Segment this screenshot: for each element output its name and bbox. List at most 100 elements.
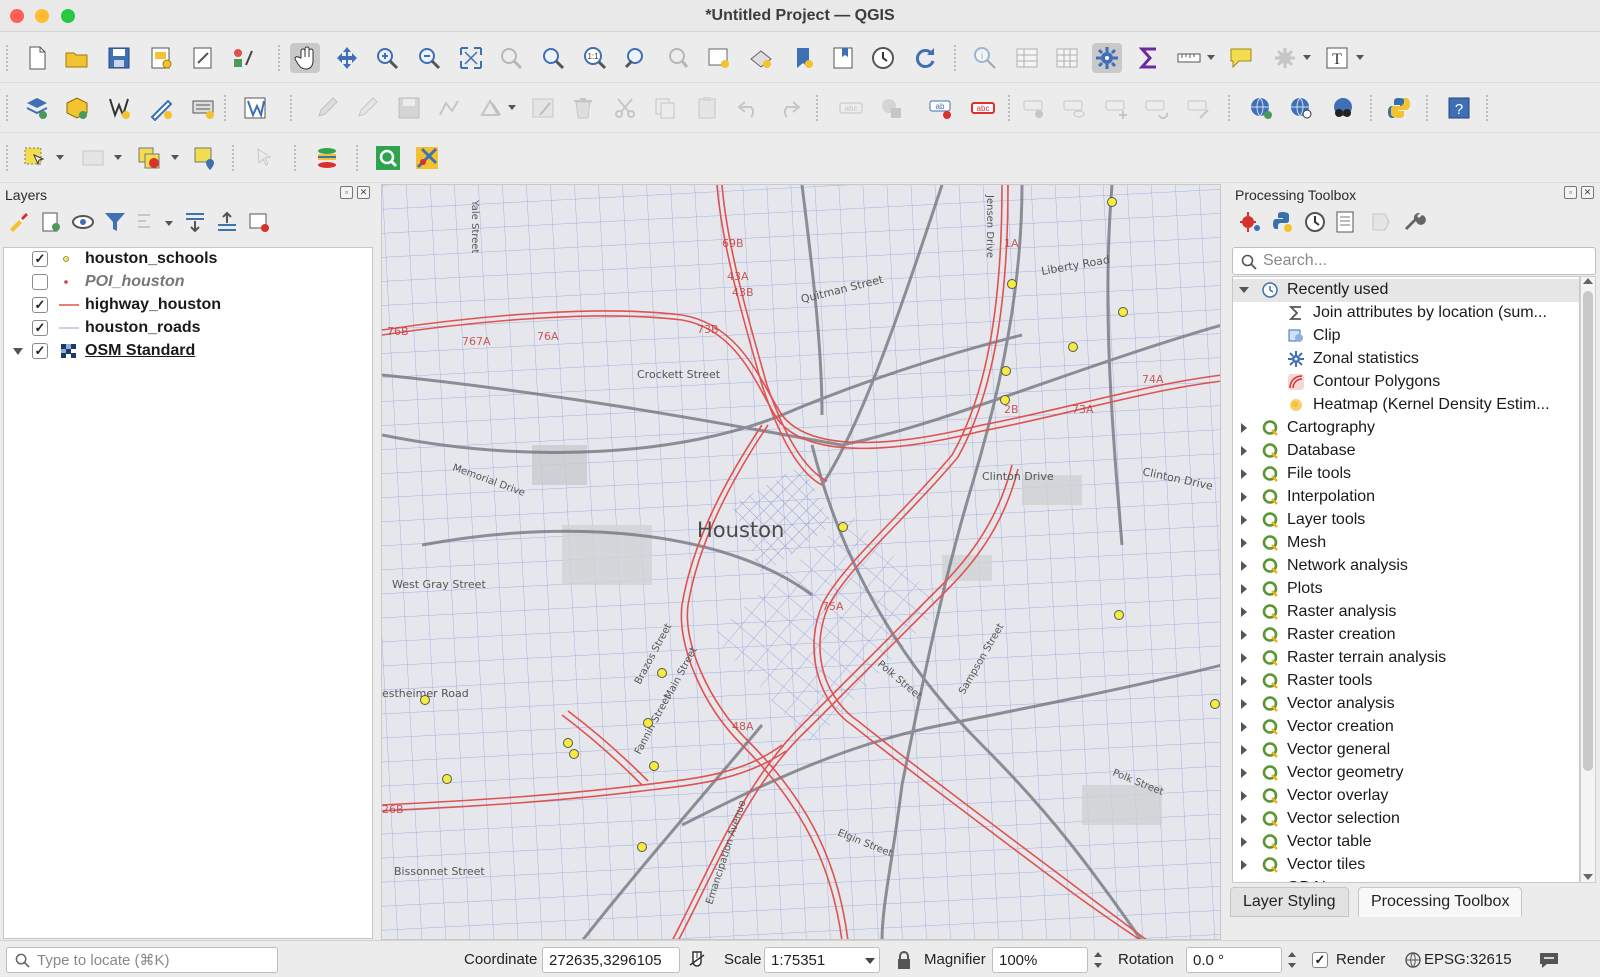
scroll-thumb[interactable] bbox=[1583, 291, 1593, 771]
school-point[interactable] bbox=[569, 749, 579, 759]
vertex-dropdown-arrow[interactable] bbox=[508, 105, 516, 110]
save-edits-icon[interactable] bbox=[394, 93, 424, 123]
expand-arrow[interactable] bbox=[1241, 446, 1247, 456]
pin-labels-icon[interactable] bbox=[1020, 93, 1050, 123]
change-label-icon[interactable] bbox=[1184, 93, 1214, 123]
toolbar-grip[interactable] bbox=[1008, 95, 1011, 121]
new-geopackage-layer-icon[interactable] bbox=[62, 93, 92, 123]
layer-visibility-checkbox[interactable] bbox=[32, 274, 48, 290]
filter-legend-icon[interactable] bbox=[102, 209, 128, 235]
tree-group-provider[interactable]: Interpolation bbox=[1233, 486, 1579, 509]
tree-group-provider[interactable]: Vector analysis bbox=[1233, 693, 1579, 716]
options-wrench-icon[interactable] bbox=[1402, 209, 1428, 235]
expand-arrow[interactable] bbox=[1241, 538, 1247, 548]
manage-visibility-icon[interactable] bbox=[70, 209, 96, 235]
diagram-options-icon[interactable] bbox=[876, 93, 906, 123]
expand-arrow[interactable] bbox=[1241, 630, 1247, 640]
school-point[interactable] bbox=[1210, 699, 1220, 709]
crs-button[interactable]: EPSG:32615 bbox=[1424, 951, 1512, 968]
layer-visibility-checkbox[interactable]: ✓ bbox=[32, 251, 48, 267]
tree-group-provider[interactable]: Raster terrain analysis bbox=[1233, 647, 1579, 670]
toolbox-search-field[interactable] bbox=[1232, 247, 1596, 275]
tree-group-provider[interactable]: Layer tools bbox=[1233, 509, 1579, 532]
toolbar-grip[interactable] bbox=[224, 95, 227, 121]
tree-group-provider[interactable]: Vector general bbox=[1233, 739, 1579, 762]
show-hide-labels-icon[interactable] bbox=[1060, 93, 1090, 123]
tree-group-provider[interactable]: Vector selection bbox=[1233, 808, 1579, 831]
pan-to-selection-icon[interactable] bbox=[332, 43, 362, 73]
show-bookmarks-icon[interactable] bbox=[828, 43, 858, 73]
zoom-to-selection-icon[interactable] bbox=[496, 43, 526, 73]
new-project-icon[interactable] bbox=[22, 43, 52, 73]
vertex-tool-icon[interactable] bbox=[476, 93, 506, 123]
results-viewer-icon[interactable] bbox=[1332, 209, 1358, 235]
chevron-down-icon[interactable] bbox=[865, 958, 875, 964]
school-point[interactable] bbox=[420, 695, 430, 705]
layer-item-poi-houston[interactable]: POI_houston bbox=[4, 271, 372, 293]
statistical-summary-icon[interactable] bbox=[1134, 43, 1164, 73]
zoom-out-icon[interactable] bbox=[414, 43, 444, 73]
tab-processing-toolbox[interactable]: Processing Toolbox bbox=[1358, 887, 1523, 917]
tree-group-provider[interactable]: Vector overlay bbox=[1233, 785, 1579, 808]
processing-toolbox-icon[interactable] bbox=[1092, 43, 1122, 73]
python-console-icon[interactable] bbox=[1384, 93, 1414, 123]
rotate-label-icon[interactable] bbox=[1142, 93, 1172, 123]
magnifier-spinner[interactable] bbox=[1090, 947, 1106, 973]
zoom-native-resolution-icon[interactable]: 1:1 bbox=[580, 43, 610, 73]
expand-arrow[interactable] bbox=[1241, 492, 1247, 502]
new-map-view-icon[interactable] bbox=[704, 43, 734, 73]
expand-arrow[interactable] bbox=[1241, 584, 1247, 594]
expand-layer-arrow[interactable] bbox=[13, 348, 23, 355]
collapse-arrow[interactable] bbox=[1239, 287, 1249, 293]
edit-features-in-place-icon[interactable] bbox=[1368, 209, 1394, 235]
close-panel-button[interactable]: ✕ bbox=[1581, 186, 1594, 199]
map-tips-icon[interactable] bbox=[1226, 43, 1256, 73]
help-icon[interactable]: ? bbox=[1444, 93, 1474, 123]
messages-icon[interactable] bbox=[1538, 950, 1560, 970]
tree-group-provider[interactable]: Raster tools bbox=[1233, 670, 1579, 693]
paste-features-icon[interactable] bbox=[692, 93, 722, 123]
move-label-icon[interactable] bbox=[1102, 93, 1132, 123]
zoom-full-icon[interactable] bbox=[456, 43, 486, 73]
measure-line-icon[interactable] bbox=[1174, 43, 1204, 73]
new-virtual-layer-icon[interactable] bbox=[188, 93, 218, 123]
recent-algorithm-item[interactable]: Zonal statistics bbox=[1233, 348, 1579, 371]
tree-group-provider[interactable]: GDAL GDAL bbox=[1233, 877, 1579, 882]
tree-group-provider[interactable]: File tools bbox=[1233, 463, 1579, 486]
mouse-toggle-extents-icon[interactable] bbox=[687, 950, 707, 970]
refresh-icon[interactable] bbox=[910, 43, 940, 73]
layer-visibility-checkbox[interactable]: ✓ bbox=[32, 297, 48, 313]
tree-group-provider[interactable]: Vector creation bbox=[1233, 716, 1579, 739]
expand-arrow[interactable] bbox=[1241, 607, 1247, 617]
deselect-all-icon[interactable] bbox=[134, 143, 164, 173]
expand-arrow[interactable] bbox=[1241, 722, 1247, 732]
redo-icon[interactable] bbox=[774, 93, 804, 123]
coordinate-field[interactable]: 272635,3296105 bbox=[542, 947, 680, 973]
rotation-field[interactable]: 0.0 ° bbox=[1186, 947, 1282, 973]
globe-icon[interactable] bbox=[1404, 951, 1422, 969]
tree-group-provider[interactable]: Vector table bbox=[1233, 831, 1579, 854]
toolbar-grip[interactable] bbox=[1370, 95, 1373, 121]
school-point[interactable] bbox=[643, 718, 653, 728]
expand-arrow[interactable] bbox=[1241, 814, 1247, 824]
scale-combobox[interactable]: 1:75351 bbox=[764, 947, 880, 973]
layer-stack-tool-icon[interactable] bbox=[312, 143, 342, 173]
select-features-icon[interactable] bbox=[20, 143, 50, 173]
locator-input[interactable] bbox=[37, 951, 273, 969]
map-rendering[interactable]: Houston Quitman Street Liberty Road Croc… bbox=[382, 185, 1221, 940]
school-point[interactable] bbox=[1068, 342, 1078, 352]
tree-group-provider[interactable]: Cartography bbox=[1233, 417, 1579, 440]
toolbar-grip[interactable] bbox=[278, 45, 281, 71]
data-source-manager-icon[interactable] bbox=[22, 93, 52, 123]
style-manager-icon[interactable] bbox=[228, 43, 258, 73]
expand-arrow[interactable] bbox=[1241, 653, 1247, 663]
tree-group-recently-used[interactable]: Recently used bbox=[1233, 279, 1579, 302]
toolbar-grip[interactable] bbox=[6, 145, 9, 171]
toolbar-grip[interactable] bbox=[356, 145, 359, 171]
school-point[interactable] bbox=[838, 522, 848, 532]
school-point[interactable] bbox=[637, 842, 647, 852]
highlight-pinned-labels-icon[interactable]: abc bbox=[968, 93, 998, 123]
edit-pencil-icon[interactable] bbox=[312, 93, 342, 123]
float-panel-button[interactable]: ▫ bbox=[340, 186, 353, 199]
toolbar-grip[interactable] bbox=[816, 95, 819, 121]
